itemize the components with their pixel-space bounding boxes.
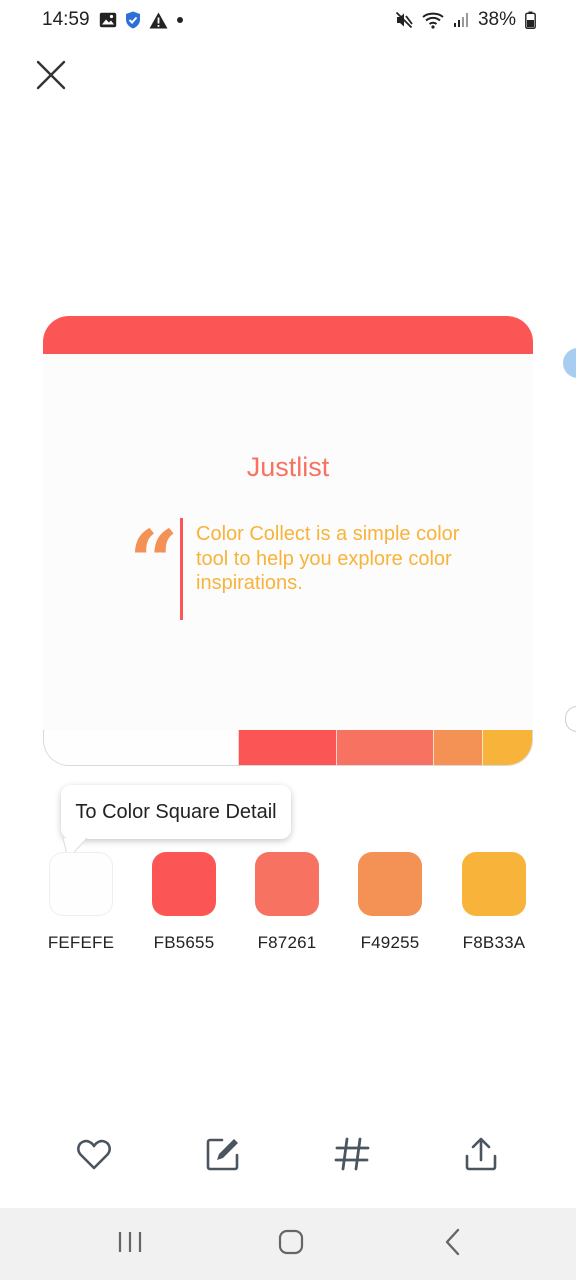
palette-preview-card[interactable]: Justlist “ Color Collect is a simple col… [43, 316, 533, 766]
swatch-hex-label: F87261 [257, 933, 317, 952]
recent-apps-icon [117, 1230, 143, 1259]
close-icon [36, 60, 66, 95]
color-swatch[interactable] [358, 852, 422, 916]
close-button[interactable] [32, 58, 70, 96]
palette-strip-segment [433, 730, 483, 765]
palette-strip-segment [44, 730, 239, 765]
hashtag-icon [334, 1136, 370, 1177]
recent-apps-button[interactable] [110, 1226, 150, 1262]
app-name: Justlist [246, 452, 330, 482]
share-button[interactable] [461, 1136, 501, 1176]
favorite-button[interactable] [74, 1136, 114, 1176]
back-button[interactable] [433, 1226, 473, 1262]
next-card-edge [565, 706, 576, 732]
quote-text: Color Collect is a simple color tool to … [196, 523, 460, 594]
signal-icon [453, 12, 469, 28]
swatch-hex-label: FB5655 [153, 933, 215, 952]
color-swatch[interactable] [255, 852, 319, 916]
swatch-hex-label: F8B33A [462, 933, 526, 952]
palette-strip-segment [238, 730, 336, 765]
home-button[interactable] [271, 1226, 311, 1262]
palette-strip [43, 730, 533, 766]
heart-icon [76, 1137, 112, 1176]
gallery-icon [99, 12, 117, 28]
status-time: 14:59 [42, 9, 90, 30]
home-icon [278, 1229, 304, 1260]
wifi-icon [422, 11, 444, 29]
status-bar: 14:59 38% [0, 0, 576, 40]
battery-icon [525, 11, 536, 29]
dot-icon [176, 16, 184, 24]
color-swatch[interactable] [462, 852, 526, 916]
quote-mark: “ [129, 512, 179, 613]
edit-icon [205, 1136, 241, 1177]
swatch-hex-label: FEFEFE [47, 933, 115, 952]
palette-strip-segment [482, 730, 532, 765]
color-swatch[interactable] [152, 852, 216, 916]
shield-icon [125, 11, 141, 29]
share-icon [463, 1136, 499, 1177]
status-right: 38% [395, 9, 536, 31]
mute-icon [395, 11, 413, 29]
card-body: Justlist “ Color Collect is a simple col… [43, 354, 533, 732]
tooltip: To Color Square Detail [61, 785, 291, 839]
swatch-hex-label: F49255 [360, 933, 420, 952]
next-card-peek[interactable] [563, 348, 576, 378]
tooltip-text: To Color Square Detail [75, 800, 277, 823]
notification-icons [99, 11, 184, 29]
hashtag-button[interactable] [332, 1136, 372, 1176]
edit-button[interactable] [203, 1136, 243, 1176]
system-nav-bar [0, 1208, 576, 1280]
card-header [43, 316, 533, 354]
warning-icon [149, 12, 168, 29]
quote-bar [180, 518, 183, 620]
color-swatch[interactable] [49, 852, 113, 916]
battery-percent: 38% [477, 9, 516, 30]
back-icon [443, 1228, 463, 1261]
palette-strip-segment [335, 730, 434, 765]
status-left: 14:59 [42, 9, 184, 31]
